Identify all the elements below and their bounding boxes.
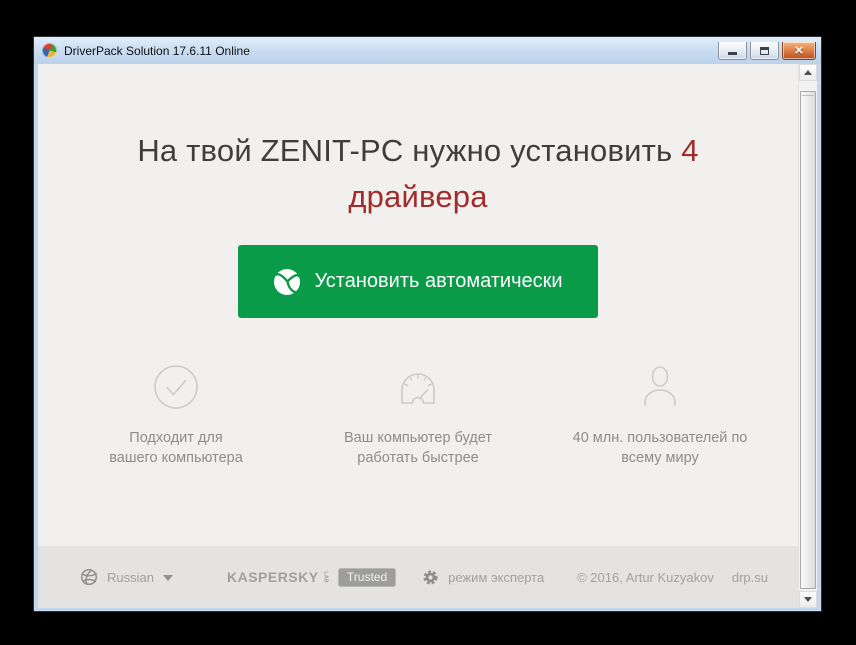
language-label: Russian bbox=[107, 570, 154, 585]
headline-text: На твой ZENIT-PC нужно установить bbox=[137, 133, 672, 168]
feature-label-line1: Ваш компьютер будет bbox=[297, 428, 539, 448]
headline: На твой ZENIT-PC нужно установить 4 драй… bbox=[38, 128, 798, 220]
maximize-button[interactable] bbox=[750, 42, 779, 60]
vertical-scrollbar[interactable] bbox=[798, 64, 817, 608]
install-button-label: Установить автоматически bbox=[314, 270, 562, 293]
minimize-icon bbox=[728, 52, 737, 55]
maximize-icon bbox=[760, 47, 769, 55]
speedometer-icon bbox=[297, 359, 539, 415]
main-content: На твой ZENIT-PC нужно установить 4 драй… bbox=[38, 64, 798, 608]
driverpack-white-icon bbox=[273, 268, 301, 296]
close-icon: × bbox=[795, 43, 804, 58]
scroll-down-button[interactable] bbox=[799, 591, 817, 608]
feature-compatible: Подходит для вашего компьютера bbox=[55, 359, 297, 468]
kaspersky-lab-label: LAB bbox=[322, 571, 328, 582]
driverpack-logo-icon bbox=[42, 43, 57, 58]
kaspersky-trusted[interactable]: KASPERSKY LAB Trusted bbox=[227, 568, 396, 587]
language-selector[interactable]: Russian bbox=[80, 568, 173, 586]
titlebar[interactable]: DriverPack Solution 17.6.11 Online × bbox=[34, 37, 821, 64]
kaspersky-logo: KASPERSKY bbox=[227, 569, 319, 585]
feature-label-line1: Подходит для bbox=[55, 428, 297, 448]
app-window: DriverPack Solution 17.6.11 Online × На … bbox=[33, 36, 822, 612]
footer-bar: Russian KASPERSKY LAB Trusted режим эксп… bbox=[38, 546, 798, 608]
check-circle-icon bbox=[55, 359, 297, 415]
expert-mode-label: режим эксперта bbox=[448, 570, 544, 585]
copyright-text: © 2016, Artur Kuzyakov bbox=[577, 570, 714, 585]
window-title: DriverPack Solution 17.6.11 Online bbox=[64, 44, 250, 58]
scrollbar-thumb[interactable] bbox=[800, 91, 816, 589]
install-automatically-button[interactable]: Установить автоматически bbox=[238, 245, 598, 318]
feature-users: 40 млн. пользователей по всему миру bbox=[539, 359, 781, 468]
feature-label-line2: всему миру bbox=[539, 448, 781, 468]
scroll-up-icon bbox=[804, 70, 812, 75]
site-link[interactable]: drp.su bbox=[732, 570, 768, 585]
features-row: Подходит для вашего компьютера bbox=[55, 359, 781, 468]
expert-mode-toggle[interactable]: режим эксперта bbox=[422, 569, 544, 586]
feature-label-line1: 40 млн. пользователей по bbox=[539, 428, 781, 448]
feature-faster: Ваш компьютер будет работать быстрее bbox=[297, 359, 539, 468]
window-controls: × bbox=[718, 41, 816, 60]
feature-label-line2: вашего компьютера bbox=[55, 448, 297, 468]
chevron-down-icon bbox=[163, 575, 173, 581]
globe-icon bbox=[80, 568, 98, 586]
driver-count-word: драйвера bbox=[348, 179, 487, 214]
gear-icon bbox=[422, 569, 439, 586]
close-button[interactable]: × bbox=[782, 42, 816, 60]
scroll-up-button[interactable] bbox=[799, 64, 817, 81]
minimize-button[interactable] bbox=[718, 42, 747, 60]
feature-label-line2: работать быстрее bbox=[297, 448, 539, 468]
trusted-badge: Trusted bbox=[338, 568, 396, 587]
scroll-down-icon bbox=[804, 597, 812, 602]
user-icon bbox=[539, 359, 781, 415]
driver-count: 4 bbox=[681, 133, 698, 168]
